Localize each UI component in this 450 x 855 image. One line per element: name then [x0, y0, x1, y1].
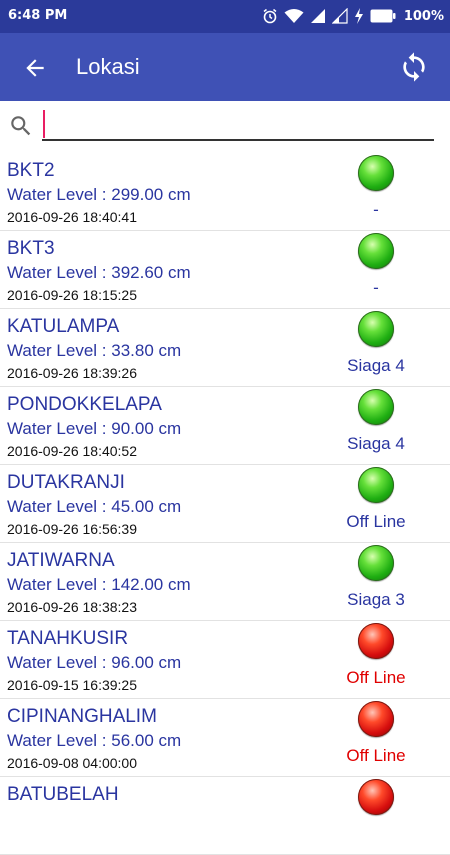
status-bar: 6:48 PM 100%	[0, 0, 450, 33]
water-level: Water Level : 96.00 cm	[7, 653, 182, 672]
location-name: DUTAKRANJI	[7, 472, 125, 493]
timestamp: 2016-09-15 16:39:25	[7, 677, 137, 693]
search-input[interactable]	[42, 107, 434, 141]
green-status-lamp-icon	[358, 467, 394, 503]
water-level: Water Level : 33.80 cm	[7, 341, 182, 360]
water-level: Water Level : 56.00 cm	[7, 731, 182, 750]
signal-icon	[310, 9, 325, 23]
water-level: Water Level : 90.00 cm	[7, 419, 182, 438]
water-level: Water Level : 299.00 cm	[7, 185, 191, 204]
green-status-lamp-icon	[358, 155, 394, 191]
timestamp: 2016-09-08 04:00:00	[7, 755, 137, 771]
timestamp: 2016-09-26 18:38:23	[7, 599, 137, 615]
location-list[interactable]: BKT2 Water Level : 299.00 cm 2016-09-26 18…	[0, 153, 450, 855]
status-label: Siaga 3	[347, 590, 405, 609]
location-name: KATULAMPA	[7, 316, 120, 337]
status-label: Off Line	[346, 668, 406, 687]
timestamp: 2016-09-26 18:40:41	[7, 209, 137, 225]
status-label: -	[373, 278, 379, 297]
status-label: Off Line	[346, 512, 406, 531]
arrow-back-icon[interactable]	[22, 55, 48, 81]
status-icons: 100%	[262, 6, 444, 26]
search-icon	[11, 116, 31, 136]
green-status-lamp-icon	[358, 389, 394, 425]
location-name: BKT3	[7, 238, 55, 259]
status-label: -	[373, 200, 379, 219]
status-label: Siaga 4	[347, 434, 405, 453]
red-status-lamp-icon	[358, 779, 394, 815]
list-item[interactable]: DUTAKRANJI Water Level : 45.00 cm 2016-09-…	[0, 465, 450, 543]
red-status-lamp-icon	[358, 701, 394, 737]
battery-percent: 100%	[403, 8, 444, 24]
wifi-icon	[284, 9, 304, 23]
page-title: Lokasi	[76, 54, 140, 79]
list-item[interactable]: BKT2 Water Level : 299.00 cm 2016-09-26 18…	[0, 153, 450, 231]
refresh-icon[interactable]	[398, 51, 430, 83]
water-level: Water Level : 142.00 cm	[7, 575, 191, 594]
water-level: Water Level : 45.00 cm	[7, 497, 182, 516]
location-name: BATUBELAH	[7, 784, 119, 805]
location-name: PONDOKKELAPA	[7, 394, 162, 415]
location-name: CIPINANGHALIM	[7, 706, 157, 727]
list-item[interactable]: CIPINANGHALIM Water Level : 56.00 cm 2016-…	[0, 699, 450, 777]
green-status-lamp-icon	[358, 311, 394, 347]
charging-icon	[354, 8, 363, 24]
list-item[interactable]: BATUBELAH	[0, 777, 450, 855]
list-item[interactable]: BKT3 Water Level : 392.60 cm 2016-09-26 18…	[0, 231, 450, 309]
location-name: JATIWARNA	[7, 550, 115, 571]
green-status-lamp-icon	[358, 545, 394, 581]
text-cursor	[43, 110, 45, 138]
status-label: Off Line	[346, 746, 406, 765]
timestamp: 2016-09-26 16:56:39	[7, 521, 137, 537]
battery-icon	[370, 9, 396, 23]
red-status-lamp-icon	[358, 623, 394, 659]
list-item[interactable]: KATULAMPA Water Level : 33.80 cm 2016-09-2…	[0, 309, 450, 387]
search-bar	[0, 101, 450, 153]
location-name: TANAHKUSIR	[7, 628, 129, 649]
list-item[interactable]: TANAHKUSIR Water Level : 96.00 cm 2016-09-…	[0, 621, 450, 699]
list-item[interactable]: JATIWARNA Water Level : 142.00 cm 2016-09-…	[0, 543, 450, 621]
green-status-lamp-icon	[358, 233, 394, 269]
location-name: BKT2	[7, 160, 55, 181]
timestamp: 2016-09-26 18:39:26	[7, 365, 137, 381]
timestamp: 2016-09-26 18:15:25	[7, 287, 137, 303]
timestamp: 2016-09-26 18:40:52	[7, 443, 137, 459]
status-label: Siaga 4	[347, 356, 405, 375]
status-time: 6:48 PM	[8, 8, 68, 23]
list-item[interactable]: PONDOKKELAPA Water Level : 90.00 cm 2016-0…	[0, 387, 450, 465]
water-level: Water Level : 392.60 cm	[7, 263, 191, 282]
signal-weak-icon	[331, 8, 348, 24]
alarm-icon	[263, 8, 277, 24]
app-bar: Lokasi	[0, 33, 450, 101]
